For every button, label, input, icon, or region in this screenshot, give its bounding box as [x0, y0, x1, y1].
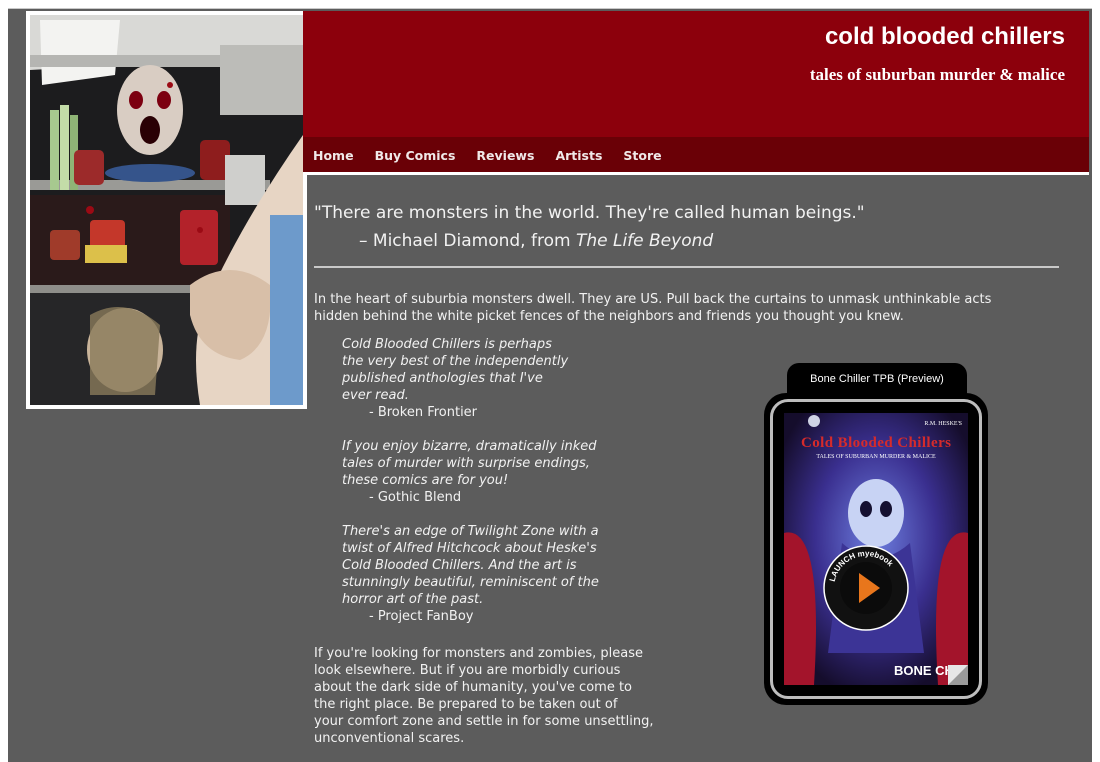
review-line: Cold Blooded Chillers. And the art is [342, 558, 577, 573]
review-source: - Gothic Blend [369, 490, 462, 505]
review-line: If you enjoy bizarre, dramatically inked [342, 439, 597, 454]
window-edge [0, 0, 8, 761]
refrigerator-horror-illustration [30, 15, 303, 405]
ebook-title-tab: Bone Chiller TPB (Preview) [787, 363, 967, 395]
review-source: - Project FanBoy [369, 609, 474, 624]
review-line: Cold Blooded Chillers is perhaps [342, 337, 552, 352]
intro-paragraph: In the heart of suburbia monsters dwell.… [314, 292, 992, 324]
review-line: tales of murder with surprise endings, [342, 456, 590, 471]
review-text: If you enjoy bizarre, dramatically inked… [342, 438, 642, 489]
cover-art-frame [26, 11, 307, 409]
nav-home[interactable]: Home [313, 148, 354, 163]
review-line: these comics are for you! [342, 473, 509, 488]
review-text: Cold Blooded Chillers is perhaps the ver… [342, 336, 642, 404]
review-line: There's an edge of Twilight Zone with a [342, 524, 599, 539]
cover-title: Cold Blooded Chillers [801, 435, 951, 451]
quote-attribution: – Michael Diamond, from The Life Beyond [359, 231, 713, 251]
review-quotes: Cold Blooded Chillers is perhaps the ver… [342, 336, 642, 642]
review-item: There's an edge of Twilight Zone with a … [342, 523, 642, 625]
divider [314, 266, 1059, 268]
review-source: - Broken Frontier [369, 405, 478, 420]
closing-line: unconventional scares. [314, 731, 465, 746]
ebook-preview-widget[interactable]: Bone Chiller TPB (Preview) R.M. HESKE'S … [764, 355, 988, 705]
nav-artists[interactable]: Artists [555, 148, 602, 163]
page-background: cold blooded chillers tales of suburban … [8, 8, 1092, 762]
ebook-frame: R.M. HESKE'S Cold Blooded Chillers TALES… [764, 393, 988, 705]
featured-quote: "There are monsters in the world. They'r… [314, 203, 865, 223]
ebook-cover[interactable]: R.M. HESKE'S Cold Blooded Chillers TALES… [784, 413, 968, 685]
site-header: cold blooded chillers tales of suburban … [303, 11, 1089, 137]
review-line: twist of Alfred Hitchcock about Heske's [342, 541, 597, 556]
closing-line: If you're looking for monsters and zombi… [314, 646, 643, 661]
review-text: There's an edge of Twilight Zone with a … [342, 523, 642, 608]
review-item: Cold Blooded Chillers is perhaps the ver… [342, 336, 642, 421]
site-title[interactable]: cold blooded chillers [825, 23, 1065, 51]
quote-attribution-work: The Life Beyond [575, 231, 714, 251]
cover-author: R.M. HESKE'S [924, 421, 962, 427]
nav-reviews[interactable]: Reviews [476, 148, 534, 163]
site-tagline: tales of suburban murder & malice [809, 65, 1065, 84]
quote-attribution-author: – Michael Diamond, from [359, 231, 576, 251]
closing-line: your comfort zone and settle in for some… [314, 714, 654, 729]
main-nav: Home Buy Comics Reviews Artists Store [303, 137, 1089, 175]
nav-buy-comics[interactable]: Buy Comics [375, 148, 456, 163]
closing-line: look elsewhere. But if you are morbidly … [314, 663, 621, 678]
closing-paragraph: If you're looking for monsters and zombi… [314, 645, 694, 747]
celery [50, 105, 78, 190]
cover-subtitle: TALES OF SUBURBAN MURDER & MALICE [816, 454, 936, 460]
review-line: ever read. [342, 388, 409, 403]
review-line: horror art of the past. [342, 592, 484, 607]
review-line: stunningly beautiful, reminiscent of the [342, 575, 599, 590]
review-line: published anthologies that I've [342, 371, 543, 386]
nav-store[interactable]: Store [623, 148, 661, 163]
closing-line: the right place. Be prepared to be taken… [314, 697, 618, 712]
review-line: the very best of the independently [342, 354, 569, 369]
review-item: If you enjoy bizarre, dramatically inked… [342, 438, 642, 506]
closing-line: about the dark side of humanity, you've … [314, 680, 633, 695]
